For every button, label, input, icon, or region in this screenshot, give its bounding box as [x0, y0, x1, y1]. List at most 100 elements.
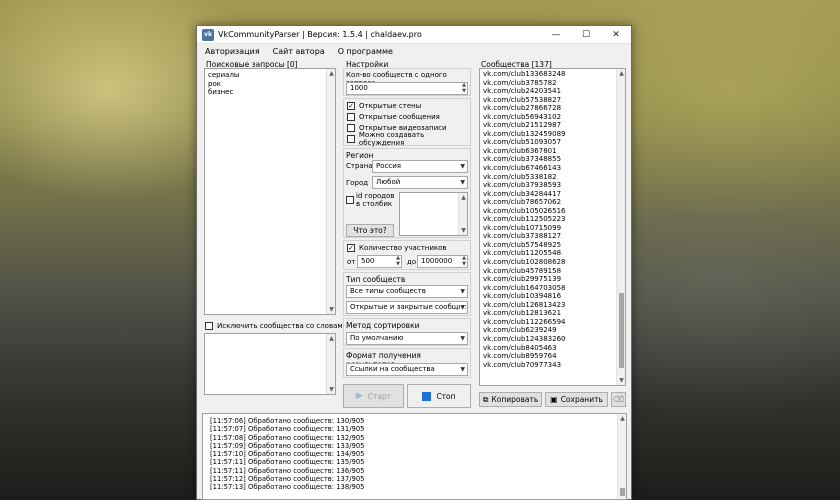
open-walls-checkbox[interactable]: ✓ Открытые стены	[347, 101, 421, 111]
community-item[interactable]: vk.com/club6239249	[483, 326, 566, 335]
community-item[interactable]: vk.com/club8405463	[483, 344, 566, 353]
community-item[interactable]: vk.com/club10394816	[483, 292, 566, 301]
city-select[interactable]: Любой ▼	[372, 176, 468, 189]
type-select[interactable]: Все типы сообществ ▼	[346, 285, 468, 298]
community-item[interactable]: vk.com/club124383260	[483, 335, 566, 344]
checkbox-box[interactable]	[347, 124, 355, 132]
format-select[interactable]: Ссылки на сообщества ▼	[346, 363, 468, 376]
log-area[interactable]: [11:57:06] Обработано сообществ: 130/905…	[202, 413, 627, 500]
community-item[interactable]: vk.com/club24203541	[483, 87, 566, 96]
spin-arrows-icon[interactable]: ▲ ▼	[396, 255, 400, 267]
copy-icon: ⧉	[482, 394, 489, 404]
checkbox-box[interactable]: ✓	[347, 244, 355, 252]
save-button[interactable]: ▣ Сохранить	[545, 392, 608, 407]
community-item[interactable]: vk.com/club78657062	[483, 198, 566, 207]
count-input[interactable]: 1000 ▲ ▼	[346, 82, 468, 95]
checkbox-box[interactable]	[205, 322, 213, 330]
community-item[interactable]: vk.com/club67466143	[483, 164, 566, 173]
community-item[interactable]: vk.com/club45789158	[483, 267, 566, 276]
community-item[interactable]: vk.com/club70977343	[483, 361, 566, 370]
menu-author-site[interactable]: Сайт автора	[268, 47, 330, 56]
scroll-up-icon[interactable]: ▲	[617, 69, 625, 78]
community-item[interactable]: vk.com/club10715099	[483, 224, 566, 233]
scroll-down-icon[interactable]: ▼	[617, 376, 625, 385]
scrollbar[interactable]: ▲ ▼	[326, 69, 335, 314]
scroll-down-icon[interactable]: ▼	[327, 305, 336, 314]
community-item[interactable]: vk.com/club56943102	[483, 113, 566, 122]
sort-select[interactable]: По умолчанию ▼	[346, 332, 468, 345]
communities-items: vk.com/club133683248 vk.com/club3785782 vk…	[483, 70, 566, 369]
checkbox-box[interactable]	[347, 135, 355, 143]
window-title: VkCommunityParser | Версия: 1.5.4 | chal…	[218, 30, 422, 39]
scroll-up-icon[interactable]: ▲	[459, 193, 468, 202]
community-item[interactable]: vk.com/club37388127	[483, 232, 566, 241]
format-group: Формат получения результатов Ссылки на с…	[343, 348, 471, 378]
minimize-button[interactable]: —	[541, 26, 571, 44]
chevron-down-icon: ▼	[460, 163, 465, 170]
community-item[interactable]: vk.com/club27866728	[483, 104, 566, 113]
create-discussions-checkbox[interactable]: Можно создавать обсуждения	[347, 131, 470, 147]
community-item[interactable]: vk.com/club6367801	[483, 147, 566, 156]
scroll-up-icon[interactable]: ▲	[618, 414, 626, 423]
checkbox-box[interactable]: ✓	[347, 102, 355, 110]
from-value: 500	[361, 257, 375, 265]
to-input[interactable]: 1000000 ▲ ▼	[417, 255, 468, 268]
community-item[interactable]: vk.com/club133683248	[483, 70, 566, 79]
members-checkbox[interactable]: ✓ Количество участников	[347, 243, 447, 253]
open-messages-checkbox[interactable]: Открытые сообщения	[347, 112, 440, 122]
city-ids-textarea[interactable]: ▲ ▼	[399, 192, 468, 236]
scroll-thumb[interactable]	[620, 488, 625, 496]
menu-authorization[interactable]: Авторизация	[200, 47, 265, 56]
close-button[interactable]: ✕	[601, 26, 631, 44]
exclude-words-checkbox[interactable]: Исключить сообщества со словами:	[205, 321, 350, 331]
community-item[interactable]: vk.com/club57538827	[483, 96, 566, 105]
community-item[interactable]: vk.com/club34284417	[483, 190, 566, 199]
community-item[interactable]: vk.com/club102808628	[483, 258, 566, 267]
scroll-down-icon[interactable]: ▼	[459, 226, 468, 235]
community-item[interactable]: vk.com/club29975139	[483, 275, 566, 284]
community-item[interactable]: vk.com/club8959764	[483, 352, 566, 361]
community-item[interactable]: vk.com/club21512987	[483, 121, 566, 130]
community-item[interactable]: vk.com/club105026516	[483, 207, 566, 216]
community-item[interactable]: vk.com/club3785782	[483, 79, 566, 88]
communities-list[interactable]: vk.com/club133683248 vk.com/club3785782 vk…	[479, 68, 626, 386]
scroll-thumb[interactable]	[619, 293, 624, 368]
country-select[interactable]: Россия ▼	[372, 160, 468, 173]
community-item[interactable]: vk.com/club37938593	[483, 181, 566, 190]
community-item[interactable]: vk.com/club51093057	[483, 138, 566, 147]
community-item[interactable]: vk.com/club12813621	[483, 309, 566, 318]
community-item[interactable]: vk.com/club57548925	[483, 241, 566, 250]
exclude-words-textarea[interactable]: ▲ ▼	[204, 333, 336, 395]
community-item[interactable]: vk.com/club132459089	[483, 130, 566, 139]
community-item[interactable]: vk.com/club11205548	[483, 249, 566, 258]
clear-button[interactable]: ⌫	[611, 392, 626, 407]
log-line: [11:57:13] Обработано сообществ: 138/905	[210, 483, 365, 492]
scrollbar[interactable]: ▲ ▼	[458, 193, 467, 235]
start-button[interactable]: ▶ Старт	[343, 384, 404, 408]
community-item[interactable]: vk.com/club164703058	[483, 284, 566, 293]
spin-arrows-icon[interactable]: ▲ ▼	[462, 255, 466, 267]
scroll-down-icon[interactable]: ▼	[327, 385, 336, 394]
scrollbar[interactable]: ▲	[617, 414, 626, 499]
community-item[interactable]: vk.com/club112266594	[483, 318, 566, 327]
privacy-select[interactable]: Открытые и закрытые сообщества ▼	[346, 301, 468, 314]
community-item[interactable]: vk.com/club112505223	[483, 215, 566, 224]
stop-button[interactable]: Стоп	[407, 384, 471, 408]
scrollbar[interactable]: ▲ ▼	[326, 334, 335, 394]
checkbox-box[interactable]	[346, 196, 354, 204]
scrollbar[interactable]: ▲ ▼	[616, 69, 625, 385]
checkbox-box[interactable]	[347, 113, 355, 121]
search-queries-textarea[interactable]: сериалы рок бизнес ▲ ▼	[204, 68, 336, 315]
scroll-up-icon[interactable]: ▲	[327, 334, 336, 343]
community-item[interactable]: vk.com/club5338182	[483, 173, 566, 182]
whats-this-button[interactable]: Что это?	[346, 224, 394, 237]
scroll-up-icon[interactable]: ▲	[327, 69, 336, 78]
checkbox-label: Открытые сообщения	[359, 113, 440, 121]
spin-arrows-icon[interactable]: ▲ ▼	[462, 82, 466, 94]
copy-button[interactable]: ⧉ Копировать	[479, 392, 542, 407]
maximize-button[interactable]: ☐	[571, 26, 601, 44]
community-item[interactable]: vk.com/club37348855	[483, 155, 566, 164]
menu-about[interactable]: О программе	[333, 47, 398, 56]
community-item[interactable]: vk.com/club126813423	[483, 301, 566, 310]
from-input[interactable]: 500 ▲ ▼	[357, 255, 402, 268]
